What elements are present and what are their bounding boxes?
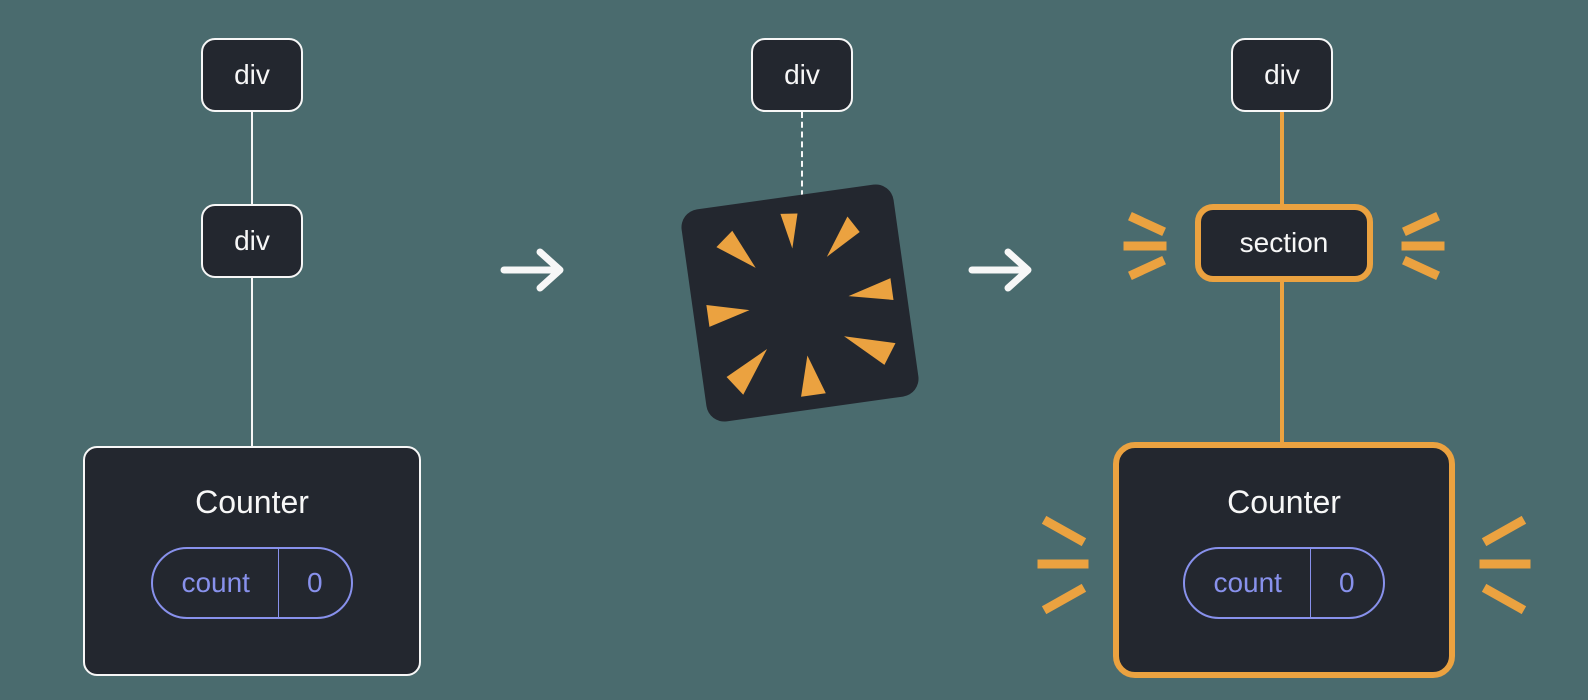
left-state-value: 0 — [279, 549, 351, 617]
left-root-label: div — [234, 59, 270, 91]
right-root-label: div — [1264, 59, 1300, 91]
left-connector-2 — [251, 278, 253, 446]
middle-root-node: div — [751, 38, 853, 112]
explosion-box — [679, 182, 921, 424]
spark-icon — [1380, 200, 1446, 290]
spark-icon — [1122, 200, 1188, 290]
left-root-node: div — [201, 38, 303, 112]
right-state-key: count — [1185, 549, 1311, 617]
left-connector-1 — [251, 112, 253, 204]
right-section-label: section — [1240, 227, 1329, 259]
right-counter-title: Counter — [1227, 484, 1341, 521]
right-root-node: div — [1231, 38, 1333, 112]
spark-icon — [1034, 500, 1108, 630]
left-counter-title: Counter — [195, 484, 309, 521]
left-state-pill: count 0 — [151, 547, 352, 619]
middle-root-label: div — [784, 59, 820, 91]
right-connector-1 — [1280, 112, 1284, 204]
right-state-value: 0 — [1311, 549, 1383, 617]
middle-connector-dashed — [801, 112, 803, 206]
left-middle-label: div — [234, 225, 270, 257]
right-connector-2 — [1280, 282, 1284, 442]
spark-icon — [1460, 500, 1534, 630]
left-counter-node: Counter count 0 — [83, 446, 421, 676]
left-middle-node: div — [201, 204, 303, 278]
left-state-key: count — [153, 549, 279, 617]
arrow-right-icon — [498, 240, 570, 300]
arrow-right-icon — [966, 240, 1038, 300]
right-section-node: section — [1195, 204, 1373, 282]
right-counter-node: Counter count 0 — [1113, 442, 1455, 678]
right-state-pill: count 0 — [1183, 547, 1384, 619]
